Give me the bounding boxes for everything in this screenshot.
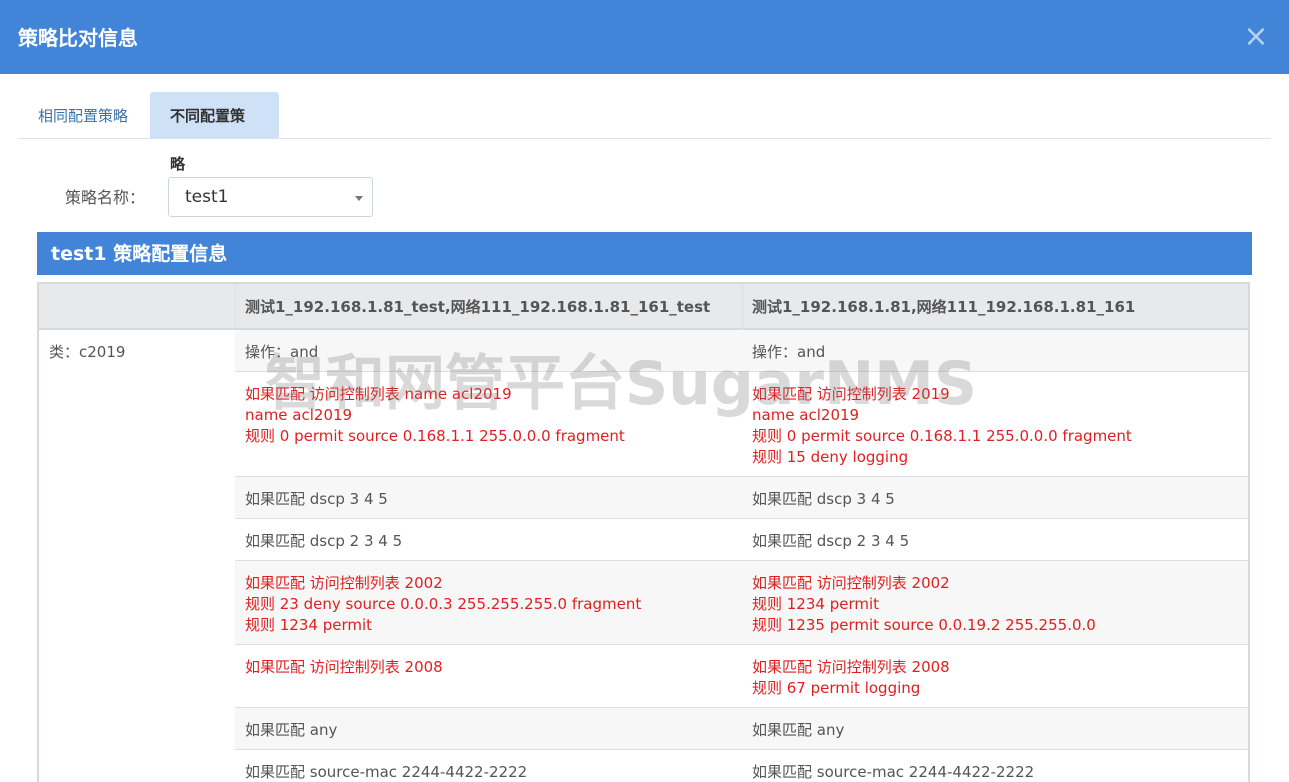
table-cell-right: 如果匹配 访问控制列表 2002 规则 1234 permit 规则 1235 pe… [742, 561, 1248, 636]
cell-line: 如果匹配 dscp 3 4 5 [245, 490, 388, 508]
cell-line: name acl2019 [245, 406, 353, 424]
policy-name-select[interactable]: test1 [168, 177, 373, 217]
cell-line: 如果匹配 source-mac 2244-4422-2222 [245, 763, 528, 781]
table-row: 如果匹配 dscp 3 4 5 如果匹配 dscp 3 4 5 [235, 477, 1248, 519]
cell-line: 规则 15 deny logging [752, 448, 909, 466]
table-cell-right: 操作：and [742, 330, 1248, 363]
table-row: 如果匹配 访问控制列表 2002 规则 23 deny source 0.0.0.… [235, 561, 1248, 645]
panel-title: test1 策略配置信息 [51, 243, 228, 265]
tab-bar: 相同配置策略 不同配置策略 [18, 92, 1271, 173]
cell-line: 如果匹配 访问控制列表 2002 [752, 574, 950, 592]
cell-line: 规则 0 permit source 0.168.1.1 255.0.0.0 f… [245, 427, 625, 445]
panel-header: test1 策略配置信息 [37, 232, 1252, 275]
table-row: 操作：and 操作：and [235, 330, 1248, 372]
table-row: 如果匹配 访问控制列表 2008 如果匹配 访问控制列表 2008 规则 67 pe… [235, 645, 1248, 708]
table-cell-left: 操作：and [235, 330, 742, 363]
cell-line: 如果匹配 访问控制列表 2008 [245, 658, 443, 676]
cell-line: 操作：and [245, 343, 319, 361]
header-cell-empty [39, 284, 235, 328]
cell-line: 规则 1234 permit [752, 595, 880, 613]
tab-diff-config[interactable]: 不同配置策略 [150, 92, 279, 173]
table-cell-right: 如果匹配 访问控制列表 2008 规则 67 permit logging [742, 645, 1248, 699]
cell-line: 如果匹配 访问控制列表 2008 [752, 658, 950, 676]
table-cell-left: 如果匹配 source-mac 2244-4422-2222 [235, 750, 742, 782]
cell-line: 规则 23 deny source 0.0.0.3 255.255.255.0 … [245, 595, 642, 613]
cell-line: 如果匹配 any [245, 721, 338, 739]
caret-down-icon [355, 196, 363, 201]
cell-line: 如果匹配 source-mac 2244-4422-2222 [752, 763, 1035, 781]
table-row: 如果匹配 source-mac 2244-4422-2222 如果匹配 sourc… [235, 750, 1248, 782]
cell-line: 如果匹配 访问控制列表 2002 [245, 574, 443, 592]
table-cell-right: 如果匹配 any [742, 708, 1248, 741]
table-cell-left: 如果匹配 访问控制列表 name acl2019 name acl2019 规则 0… [235, 372, 742, 447]
cell-line: 如果匹配 any [752, 721, 845, 739]
dialog-header: 策略比对信息 × [0, 0, 1289, 74]
cell-line: 规则 67 permit logging [752, 679, 921, 697]
table-row: 如果匹配 dscp 2 3 4 5 如果匹配 dscp 2 3 4 5 [235, 519, 1248, 561]
close-icon[interactable]: × [1243, 22, 1269, 52]
header-cell-right: 测试1_192.168.1.81,网络111_192.168.1.81_161 [752, 298, 1136, 316]
dialog-title: 策略比对信息 [18, 26, 138, 50]
compare-table: 测试1_192.168.1.81_test,网络111_192.168.1.81… [37, 282, 1250, 782]
table-cell-left: 如果匹配 访问控制列表 2008 [235, 645, 742, 678]
cell-line: 规则 0 permit source 0.168.1.1 255.0.0.0 f… [752, 427, 1132, 445]
table-row: 如果匹配 访问控制列表 name acl2019 name acl2019 规则 0… [235, 372, 1248, 477]
category-cell: 类：c2019 [49, 343, 126, 361]
tab-same-config[interactable]: 相同配置策略 [18, 92, 148, 138]
cell-line: 如果匹配 dscp 3 4 5 [752, 490, 895, 508]
table-cell-left: 如果匹配 访问控制列表 2002 规则 23 deny source 0.0.0.… [235, 561, 742, 636]
cell-line: 操作：and [752, 343, 826, 361]
table-cell-right: 如果匹配 dscp 2 3 4 5 [742, 519, 1248, 552]
cell-line: name acl2019 [752, 406, 860, 424]
cell-line: 如果匹配 访问控制列表 name acl2019 [245, 385, 512, 403]
cell-line: 如果匹配 dscp 2 3 4 5 [752, 532, 910, 550]
table-cell-left: 如果匹配 dscp 3 4 5 [235, 477, 742, 510]
policy-name-label: 策略名称： [65, 188, 146, 207]
table-row: 如果匹配 any 如果匹配 any [235, 708, 1248, 750]
header-cell-left: 测试1_192.168.1.81_test,网络111_192.168.1.81… [245, 298, 711, 316]
cell-line: 规则 1235 permit source 0.0.19.2 255.255.0… [752, 616, 1096, 634]
policy-name-value: test1 [185, 187, 229, 207]
table-cell-right: 如果匹配 source-mac 2244-4422-2222 [742, 750, 1248, 782]
table-cell-right: 如果匹配 访问控制列表 2019 name acl2019 规则 0 permit … [742, 372, 1248, 468]
table-cell-right: 如果匹配 dscp 3 4 5 [742, 477, 1248, 510]
cell-line: 如果匹配 访问控制列表 2019 [752, 385, 950, 403]
cell-line: 规则 1234 permit [245, 616, 373, 634]
table-cell-left: 如果匹配 any [235, 708, 742, 741]
table-header-row: 测试1_192.168.1.81_test,网络111_192.168.1.81… [39, 284, 1248, 330]
cell-line: 如果匹配 dscp 2 3 4 5 [245, 532, 403, 550]
table-cell-left: 如果匹配 dscp 2 3 4 5 [235, 519, 742, 552]
